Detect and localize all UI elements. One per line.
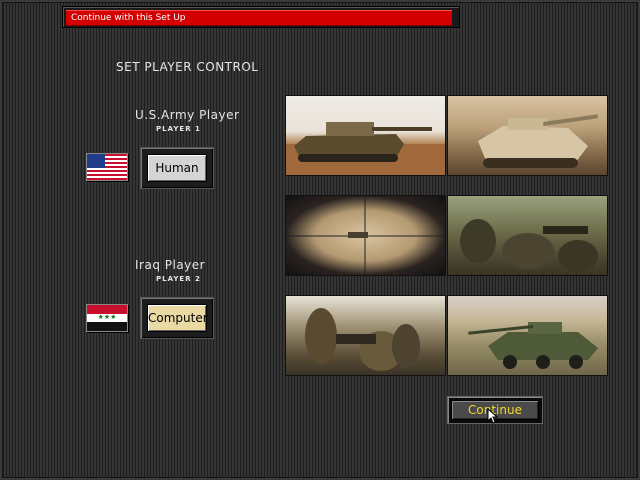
player1-control-frame: Human [140,147,214,189]
soldiers-photo-1 [447,195,608,276]
tank-photo-2 [447,95,608,176]
armored-vehicle-photo [447,295,608,376]
scope-photo [285,195,446,276]
player2-control-button[interactable]: Computer [147,304,208,332]
status-bar-fill: Continue with this Set Up [66,10,452,26]
usa-flag-canton [87,154,105,168]
player2-subtitle: PLAYER 2 [156,275,201,283]
iraq-flag-icon: ★★★ [86,304,128,332]
status-text: Continue with this Set Up [71,13,186,23]
soldiers-photo-2 [285,295,446,376]
player2-control-frame: Computer [140,297,214,339]
page-title: SET PLAYER CONTROL [116,60,259,74]
iraq-flag-stars: ★★★ [97,313,117,321]
player1-subtitle: PLAYER 1 [156,125,201,133]
tank-photo-1 [285,95,446,176]
player2-name: Iraq Player [135,258,206,272]
usa-flag-icon [86,153,128,181]
mouse-pointer-icon [487,408,499,424]
player1-name: U.S.Army Player [135,108,240,122]
player1-control-button[interactable]: Human [147,154,207,182]
status-bar: Continue with this Set Up [62,6,460,28]
